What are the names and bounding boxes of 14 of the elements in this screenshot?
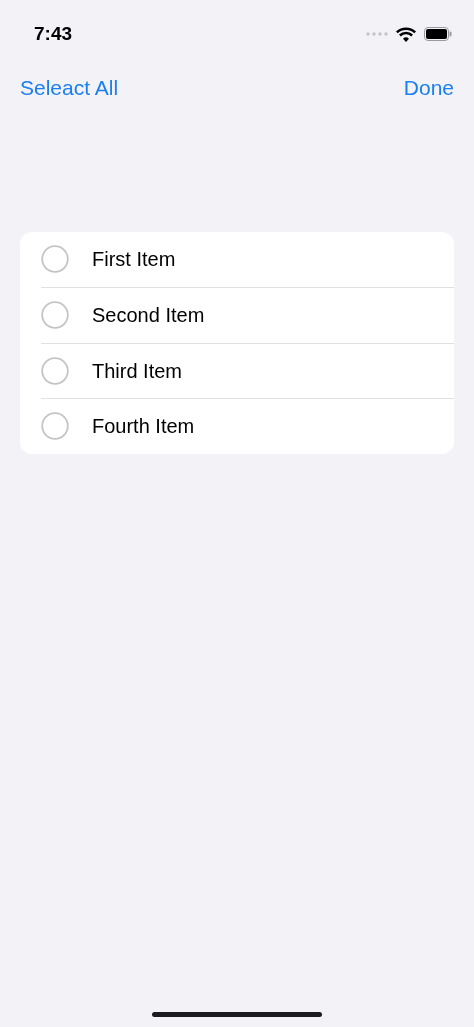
empty-circle-icon[interactable]	[41, 301, 69, 330]
item-label[interactable]: Fourth Item	[92, 411, 195, 442]
wifi-icon	[396, 26, 416, 42]
empty-circle-icon[interactable]	[41, 245, 69, 274]
empty-circle-icon[interactable]	[41, 356, 69, 385]
select-all-button[interactable]: Seleact All	[20, 72, 119, 104]
status-time: 7:43	[34, 21, 73, 46]
battery-icon	[424, 27, 452, 41]
done-button[interactable]: Done	[403, 72, 454, 104]
item-label[interactable]: First Item	[92, 244, 176, 275]
empty-circle-icon[interactable]	[41, 412, 69, 441]
signal-icon	[366, 32, 388, 36]
item-label[interactable]: Second Item	[92, 300, 205, 331]
item-label[interactable]: Third Item	[92, 355, 183, 386]
